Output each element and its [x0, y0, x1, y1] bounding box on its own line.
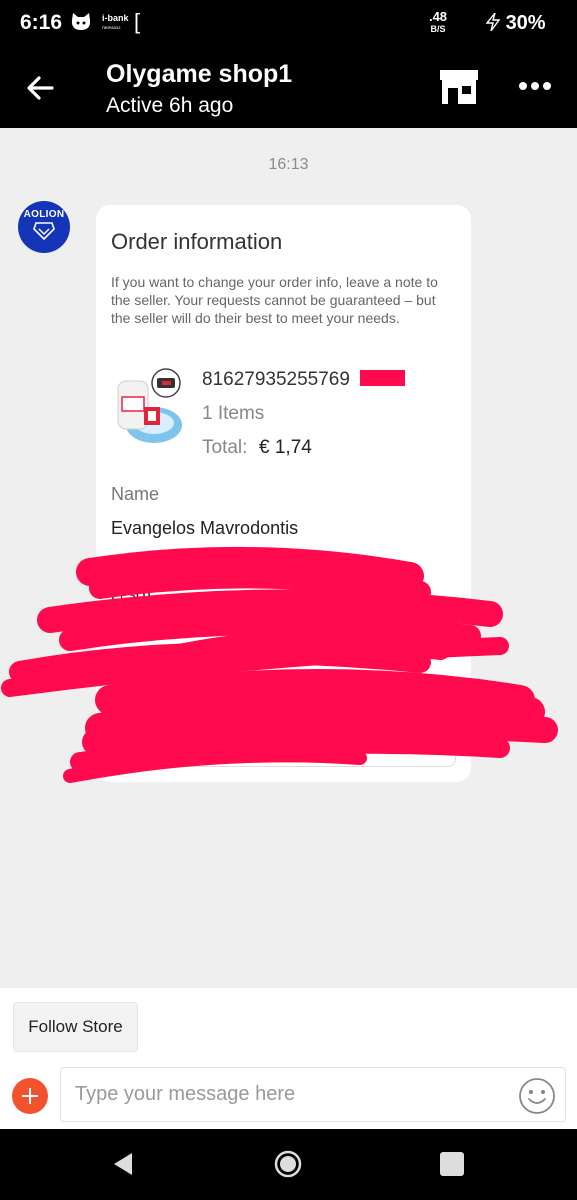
total-label: Total:: [202, 437, 248, 458]
system-nav-bar: [0, 1129, 577, 1200]
message-composer: Follow Store: [0, 988, 577, 1129]
status-time: 6:16: [20, 11, 63, 34]
plus-icon[interactable]: [12, 1078, 48, 1114]
total-value: € 1,74: [259, 437, 312, 458]
nav-home-icon[interactable]: [274, 1150, 302, 1178]
active-status: Active 6h ago: [106, 94, 234, 117]
name-label: Name: [111, 484, 160, 504]
charging-icon: [485, 12, 501, 32]
order-info-card[interactable]: Order information If you want to change …: [96, 205, 471, 782]
bank-app-label: i-bank ПЕΙΡΑΙΩΣ: [102, 13, 129, 31]
shop-avatar[interactable]: AOLION: [18, 201, 70, 253]
item-count: 1 Items: [202, 403, 265, 424]
message-timestamp: 16:13: [268, 156, 309, 173]
phone-label: Phone Number: [111, 554, 219, 571]
order-card-title: Order information: [111, 229, 283, 254]
name-value: Evangelos Mavrodontis: [111, 518, 299, 538]
address-value: Athens, P: [111, 681, 185, 700]
follow-store-button[interactable]: Follow Store: [13, 1002, 138, 1052]
card-action-button[interactable]: [111, 725, 456, 767]
message-input[interactable]: [60, 1067, 566, 1122]
battery-status: 30%: [485, 12, 546, 35]
smiley-icon[interactable]: [518, 1077, 556, 1115]
screenshot-icon: [: [134, 9, 141, 34]
lion-logo-icon: [33, 222, 55, 241]
storefront-icon[interactable]: [438, 68, 480, 106]
nav-back-icon[interactable]: [110, 1151, 136, 1177]
product-thumbnail[interactable]: [110, 367, 184, 449]
more-dots-icon[interactable]: [515, 82, 555, 92]
network-speed: .48 B/S: [428, 9, 448, 35]
address-label: K: [111, 655, 122, 672]
shop-name: Olygame shop1: [106, 60, 293, 88]
order-card-note: If you want to change your order info, l…: [111, 274, 438, 326]
status-bar: 6:16 i-bank ПЕΙΡΑΙΩΣ [ .48 B/S 30%: [0, 0, 577, 46]
arrow-left-icon[interactable]: [22, 70, 58, 106]
cat-app-icon: [71, 13, 91, 30]
chat-header: Olygame shop1 Active 6h ago: [0, 46, 577, 128]
avatar-brand-text: AOLION: [23, 209, 65, 220]
order-id: 81627935255769: [202, 369, 350, 390]
nav-recents-icon[interactable]: [440, 1152, 464, 1176]
phone-value: (+30): [111, 586, 152, 605]
